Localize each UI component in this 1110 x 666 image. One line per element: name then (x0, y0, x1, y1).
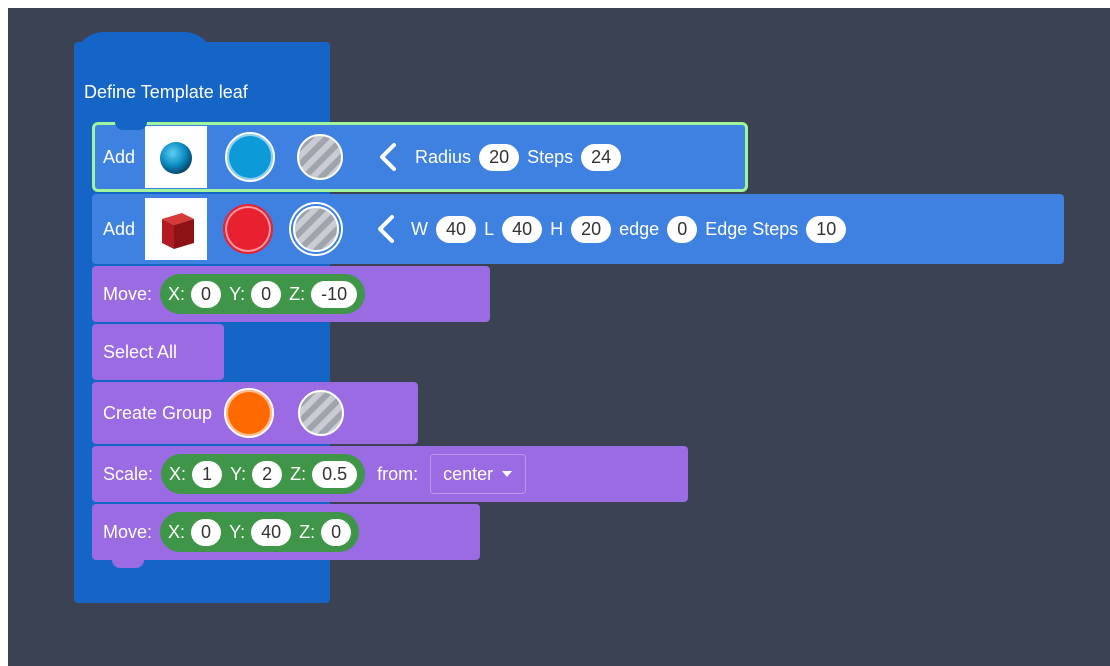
radius-label: Radius (415, 146, 472, 167)
select-all-label: Select All (103, 341, 178, 362)
hatched-circle-icon[interactable] (298, 390, 345, 436)
w-label: W (411, 218, 429, 239)
blocks-workspace[interactable]: Define Template leaf Add Radius 20 Steps… (8, 8, 1110, 666)
create-group-label: Create Group (103, 402, 213, 423)
move-label: Move: (103, 283, 153, 304)
add-sphere-block[interactable]: Add Radius 20 Steps 24 (92, 122, 748, 192)
sphere-thumbnail[interactable] (145, 126, 208, 188)
x-input[interactable]: 0 (191, 280, 222, 308)
cube-icon (162, 213, 195, 249)
edge-input[interactable]: 0 (667, 215, 698, 243)
xyz-vector-input[interactable]: X: 1 Y: 2 Z: 0.5 (161, 454, 366, 494)
y-input[interactable]: 0 (251, 280, 282, 308)
xyz-vector-input[interactable]: X: 0 Y: 0 Z: -10 (160, 274, 366, 314)
edge-steps-label: Edge Steps (705, 218, 799, 239)
z-input[interactable]: -10 (311, 280, 358, 308)
add-label: Add (103, 146, 136, 167)
l-input[interactable]: 40 (502, 215, 543, 243)
chevron-left-icon[interactable] (377, 142, 399, 172)
x-input[interactable]: 0 (191, 518, 222, 546)
l-label: L (484, 218, 495, 239)
cube-thumbnail[interactable] (145, 198, 208, 260)
h-input[interactable]: 20 (571, 215, 612, 243)
from-dropdown[interactable]: center (430, 454, 527, 494)
from-dropdown-value: center (443, 463, 494, 484)
z-input[interactable]: 0.5 (312, 460, 358, 488)
h-label: H (550, 218, 564, 239)
y-label: Y: (230, 463, 247, 484)
scale-label: Scale: (103, 463, 154, 484)
select-all-block[interactable]: Select All (92, 324, 224, 380)
define-template-label: Define Template leaf (84, 82, 248, 102)
move-label: Move: (103, 521, 153, 542)
radius-input[interactable]: 20 (479, 143, 520, 171)
x-label: X: (169, 463, 187, 484)
x-label: X: (168, 283, 186, 304)
color-swatch-blue[interactable] (225, 132, 276, 182)
scale-block[interactable]: Scale: X: 1 Y: 2 Z: 0.5 from: center (92, 446, 688, 502)
y-label: Y: (229, 283, 246, 304)
color-swatch-orange[interactable] (224, 388, 275, 438)
steps-input[interactable]: 24 (581, 143, 622, 171)
w-input[interactable]: 40 (436, 215, 477, 243)
edge-label: edge (619, 218, 660, 239)
z-label: Z: (290, 463, 307, 484)
xyz-vector-input[interactable]: X: 0 Y: 40 Z: 0 (160, 512, 360, 552)
z-label: Z: (299, 521, 316, 542)
block-connector (112, 560, 144, 568)
edge-steps-input[interactable]: 10 (806, 215, 847, 243)
y-input[interactable]: 2 (252, 460, 283, 488)
hatched-circle-icon[interactable] (293, 206, 340, 252)
z-input[interactable]: 0 (321, 518, 352, 546)
hatched-circle-icon[interactable] (297, 134, 344, 180)
chevron-left-icon[interactable] (375, 214, 397, 244)
chevron-down-icon (502, 471, 513, 477)
add-box-block[interactable]: Add W 40 L 40 H 20 edge 0 Edge Steps 10 (92, 194, 1064, 264)
sphere-icon (160, 142, 193, 174)
add-label: Add (103, 218, 136, 239)
x-label: X: (168, 521, 186, 542)
z-label: Z: (289, 283, 306, 304)
y-label: Y: (229, 521, 246, 542)
move-block[interactable]: Move: X: 0 Y: 0 Z: -10 (92, 266, 490, 322)
from-label: from: (377, 463, 419, 484)
move-block[interactable]: Move: X: 0 Y: 40 Z: 0 (92, 504, 480, 560)
create-group-block[interactable]: Create Group (92, 382, 418, 444)
x-input[interactable]: 1 (192, 460, 223, 488)
y-input[interactable]: 40 (251, 518, 292, 546)
color-swatch-red[interactable] (223, 204, 274, 254)
steps-label: Steps (527, 146, 574, 167)
